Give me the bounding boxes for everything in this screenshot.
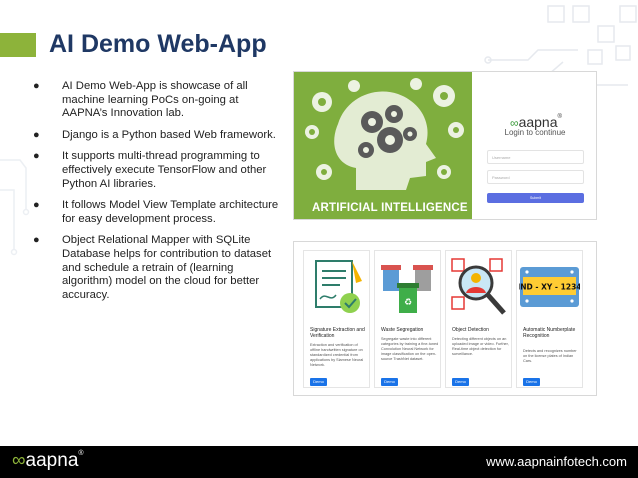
bullet-text: It follows Model View Template architect…: [62, 199, 279, 225]
demo-card-object-detection: Object Detection Detecting different obj…: [445, 250, 512, 388]
magnifier-person-icon: [451, 258, 506, 315]
card-title: Signature Extraction and Verification: [310, 327, 365, 339]
demo-card-signature: Signature Extraction and Verification Ex…: [303, 250, 370, 388]
logo-swirl-icon: ∞: [12, 450, 26, 471]
footer-website[interactable]: www.aapnainfotech.com: [486, 454, 627, 469]
bullet-item: ● Object Relational Mapper with SQLite Da…: [32, 234, 282, 302]
login-screenshot: ARTIFICIAL INTELLIGENCE ∞aapna® Login to…: [293, 71, 597, 220]
username-field: Username: [487, 150, 584, 164]
login-subtitle: Login to continue: [504, 128, 566, 137]
login-submit-button: Submit: [487, 193, 584, 203]
card-description: Detecting different objects on an upload…: [452, 337, 509, 356]
password-field: Password: [487, 170, 584, 184]
card-description: Detects and recognizes number on the lic…: [523, 349, 577, 363]
card-title: Automatic Numberplate Recognition: [523, 327, 576, 339]
svg-text:♻: ♻: [404, 298, 412, 308]
bullet-text: Object Relational Mapper with SQLite Dat…: [62, 234, 272, 301]
bullet-item: ● It supports multi-thread programming to…: [32, 150, 282, 191]
demo-card-numberplate: IND - XY - 1234 Automatic Numberplate Re…: [516, 250, 583, 388]
slide-title: AI Demo Web-App: [49, 30, 267, 58]
card-description: Segregate waste into different categorie…: [381, 337, 439, 361]
demo-button[interactable]: Demo: [523, 378, 540, 386]
bullet-dot-icon: ●: [33, 199, 40, 212]
demo-button[interactable]: Demo: [381, 378, 398, 386]
footer-logo: ∞aapna®: [12, 450, 84, 472]
footer-logo-text: aapna: [25, 450, 79, 471]
plate-text: IND - XY - 1234: [519, 283, 580, 292]
bullet-dot-icon: ●: [33, 80, 40, 92]
title-accent-bar: [0, 33, 36, 57]
bullet-list: ● AI Demo Web-App is showcase of all mach…: [32, 80, 282, 310]
signature-document-icon: [315, 260, 362, 313]
card-title: Waste Segregation: [381, 327, 424, 333]
bullet-dot-icon: ●: [33, 128, 40, 141]
circuit-decoration-left: [0, 159, 30, 256]
license-plate-icon: IND - XY - 1234: [519, 267, 580, 307]
bullet-dot-icon: ●: [33, 150, 40, 163]
demo-button[interactable]: Demo: [310, 378, 327, 386]
bullet-dot-icon: ●: [33, 234, 40, 247]
footer-bar: ∞aapna® www.aapnainfotech.com: [0, 446, 638, 478]
bullet-text: AI Demo Web-App is showcase of all machi…: [62, 80, 248, 120]
ai-banner-text: ARTIFICIAL INTELLIGENCE: [312, 202, 468, 214]
login-form: ∞aapna® Login to continue Username Passw…: [472, 72, 596, 219]
footer-logo-reg: ®: [78, 450, 84, 457]
demo-cards-screenshot: Signature Extraction and Verification Ex…: [293, 241, 597, 396]
demo-button[interactable]: Demo: [452, 378, 469, 386]
login-logo-reg: ®: [557, 114, 562, 120]
card-title: Object Detection: [452, 327, 489, 333]
bullet-item: ● AI Demo Web-App is showcase of all mach…: [32, 80, 282, 121]
demo-card-waste: ♻ Waste Segregation Segregate waste into…: [374, 250, 441, 388]
recycle-bins-icon: ♻: [381, 265, 433, 313]
bullet-text: It supports multi-thread programming to …: [62, 150, 267, 190]
bullet-text: Django is a Python based Web framework.: [62, 128, 276, 141]
bullet-item: ● Django is a Python based Web framework.: [32, 129, 282, 143]
bullet-item: ● It follows Model View Template architec…: [32, 199, 282, 226]
brain-gears-icon: [305, 78, 464, 190]
card-description: Extraction and verification of offline h…: [310, 343, 364, 367]
ai-brain-image: ARTIFICIAL INTELLIGENCE: [294, 72, 472, 219]
